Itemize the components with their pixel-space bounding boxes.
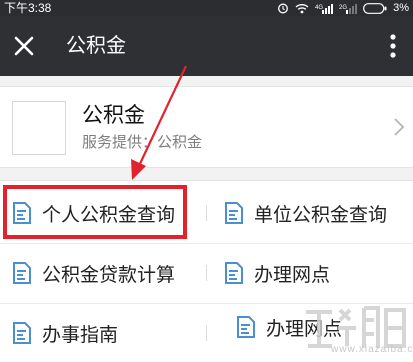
row-divider [0, 243, 413, 244]
account-provider: 服务提供：公积金 [82, 134, 203, 151]
status-icons: 4G 2G 3% [277, 0, 409, 16]
wifi-icon [295, 3, 309, 14]
more-button[interactable] [385, 32, 401, 60]
status-time: 下午3:38 [4, 1, 52, 15]
status-bar: 下午3:38 4G 2G 3% [0, 0, 413, 16]
svg-text:4G: 4G [315, 5, 323, 11]
document-edit-icon [13, 322, 31, 344]
battery-percent: 3% [393, 2, 409, 14]
menu-item-label: 办理网点 [254, 264, 331, 286]
menu-item-service-guide[interactable]: 办事指南 [12, 305, 118, 361]
document-edit-icon [225, 262, 243, 284]
menu-item-service-outlets[interactable]: 办理网点 [224, 245, 330, 301]
alarm-icon [277, 2, 289, 14]
more-vertical-icon [390, 34, 396, 58]
column-divider [206, 265, 207, 281]
page-title: 公积金 [66, 35, 126, 57]
signal-2g-icon: 2G [339, 3, 358, 14]
menu-item-label: 办事指南 [42, 324, 119, 346]
document-edit-icon [225, 202, 243, 224]
battery-icon [363, 2, 387, 14]
menu-item-label: 办理网点 [266, 318, 343, 340]
account-info-card[interactable]: 公积金 服务提供：公积金 [0, 86, 413, 168]
chevron-right-icon [394, 118, 405, 136]
document-edit-icon [13, 202, 31, 224]
column-divider [206, 325, 207, 341]
close-icon [14, 36, 34, 56]
menu-item-company-query[interactable]: 单位公积金查询 [224, 185, 387, 241]
row-divider [0, 303, 413, 304]
menu-item-service-outlets-2[interactable]: 办理网点 [236, 299, 342, 355]
menu-item-label: 公积金贷款计算 [42, 264, 176, 286]
signal-4g-icon: 4G [315, 3, 334, 14]
close-button[interactable] [12, 34, 36, 58]
menu-item-loan-calculator[interactable]: 公积金贷款计算 [12, 245, 175, 301]
svg-text:2G: 2G [339, 5, 347, 11]
service-menu: 个人公积金查询 单位公积金查询 公积金贷款计算 办理网点 办事指南 办理网点 [0, 180, 413, 362]
menu-item-personal-query[interactable]: 个人公积金查询 [12, 185, 175, 241]
title-bar: 公积金 [0, 16, 413, 76]
account-name: 公积金 [82, 104, 145, 127]
menu-item-label: 单位公积金查询 [254, 204, 388, 226]
account-avatar [12, 101, 66, 155]
column-divider [206, 205, 207, 221]
document-edit-icon [13, 262, 31, 284]
document-edit-icon [237, 316, 255, 338]
menu-item-label: 个人公积金查询 [42, 204, 176, 226]
